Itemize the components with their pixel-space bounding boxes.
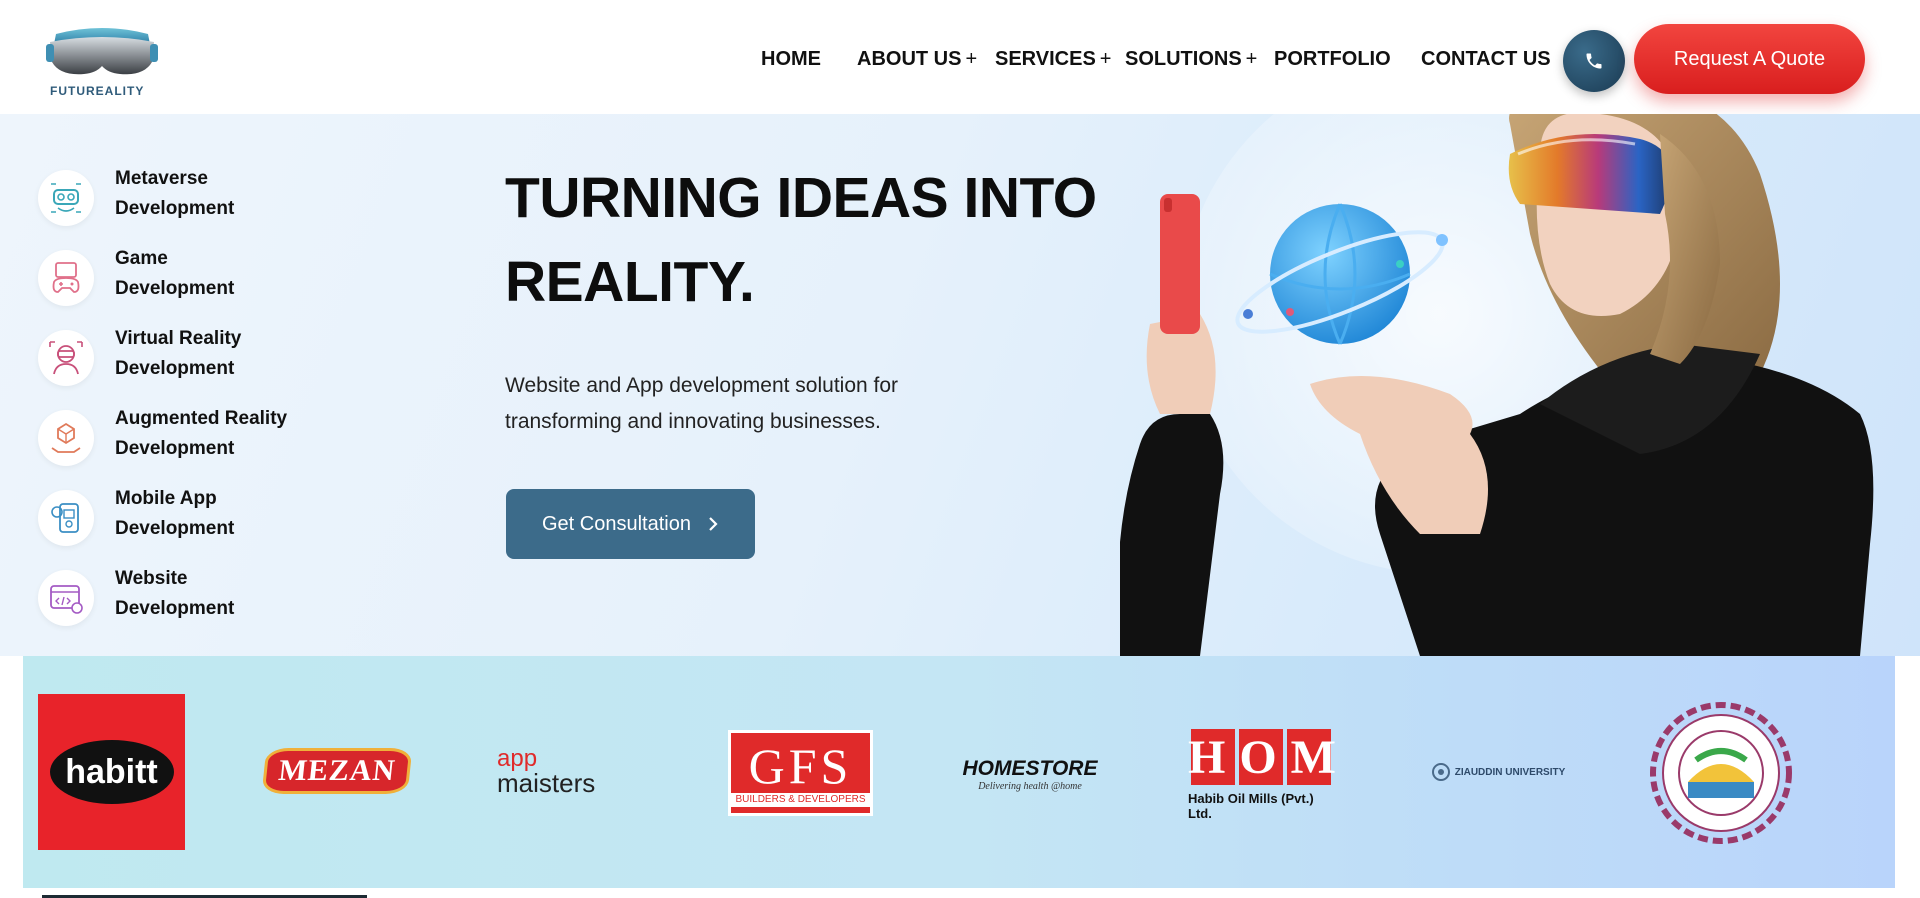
nav-home[interactable]: HOME bbox=[761, 48, 821, 71]
service-metaverse[interactable]: Metaverse Development bbox=[38, 164, 338, 234]
hom-wordmark: HOM bbox=[1188, 731, 1350, 784]
nav-home-label: HOME bbox=[761, 48, 821, 70]
nav-portfolio[interactable]: PORTFOLIO bbox=[1274, 48, 1391, 71]
nav-services[interactable]: SERVICES + bbox=[995, 48, 1111, 71]
nav-about-label: ABOUT US bbox=[857, 48, 962, 70]
service-virtual-reality[interactable]: Virtual Reality Development bbox=[38, 324, 338, 394]
get-consultation-button[interactable]: Get Consultation bbox=[506, 489, 755, 559]
homestore-tagline: Delivering health @home bbox=[978, 780, 1082, 792]
appmaisters-app: app bbox=[497, 745, 538, 772]
cta-label: Get Consultation bbox=[542, 512, 691, 535]
client-logo-appmaisters: app maisters bbox=[497, 744, 642, 800]
service-label: Game Development bbox=[115, 248, 235, 299]
client-logo-homestore: HOMESTORE Delivering health @home bbox=[955, 752, 1105, 796]
mezan-wordmark: MEZAN bbox=[276, 754, 398, 787]
nav-solutions-label: SOLUTIONS bbox=[1125, 48, 1242, 70]
nav-about-us[interactable]: ABOUT US + bbox=[857, 48, 977, 71]
hero-headline: TURNING IDEAS INTO REALITY. bbox=[505, 166, 1097, 314]
habitt-wordmark: habitt bbox=[65, 752, 158, 791]
ziauddin-wordmark: ZIAUDDIN UNIVERSITY bbox=[1454, 766, 1566, 778]
appmaisters-maisters: maisters bbox=[497, 768, 596, 798]
plus-icon: + bbox=[1099, 48, 1112, 70]
service-label: Virtual Reality Development bbox=[115, 328, 242, 379]
service-label: Website Development bbox=[115, 568, 235, 619]
nav-solutions[interactable]: SOLUTIONS + bbox=[1125, 48, 1257, 71]
vr-headset-logo-icon bbox=[46, 28, 158, 75]
request-quote-button[interactable]: Request A Quote bbox=[1634, 24, 1865, 94]
service-augmented-reality[interactable]: Augmented Reality Development bbox=[38, 404, 338, 474]
homestore-wordmark: HOMESTORE bbox=[962, 756, 1098, 780]
service-label: Augmented Reality Development bbox=[115, 408, 288, 459]
gfs-wordmark: GFS bbox=[748, 738, 853, 794]
clients-strip: habitt MEZAN app maisters GFS BUILDERS &… bbox=[23, 656, 1895, 888]
ziauddin-crest-icon bbox=[1431, 763, 1450, 781]
nav-contact-us[interactable]: CONTACT US bbox=[1421, 48, 1551, 71]
client-logo-habitt: habitt bbox=[38, 694, 185, 850]
gamepad-icon bbox=[38, 250, 94, 306]
site-header: FUTUREALITY HOME ABOUT US + SERVICES + SOL… bbox=[0, 0, 1920, 114]
hom-tagline: Habib Oil Mills (Pvt.) Ltd. bbox=[1188, 791, 1314, 821]
plus-icon: + bbox=[965, 48, 978, 70]
ned-seal-icon bbox=[1650, 702, 1792, 844]
ar-device-icon bbox=[38, 410, 94, 466]
mobile-app-icon bbox=[38, 490, 94, 546]
mezan-badge: MEZAN bbox=[261, 748, 413, 794]
habitt-oval: habitt bbox=[49, 740, 174, 804]
service-game[interactable]: Game Development bbox=[38, 244, 338, 314]
nav-contact-label: CONTACT US bbox=[1421, 48, 1551, 70]
web-dev-icon bbox=[38, 570, 94, 626]
phone-icon bbox=[1586, 53, 1602, 69]
service-label: Metaverse Development bbox=[115, 168, 235, 219]
nav-portfolio-label: PORTFOLIO bbox=[1274, 48, 1391, 70]
plus-icon: + bbox=[1245, 48, 1258, 70]
chevron-right-icon bbox=[709, 517, 718, 531]
client-logo-gfs: GFS BUILDERS & DEVELOPERS bbox=[728, 730, 873, 816]
hero-illustration bbox=[1120, 114, 1874, 656]
vr-user-icon bbox=[38, 330, 94, 386]
service-label: Mobile App Development bbox=[115, 488, 235, 539]
nav-services-label: SERVICES bbox=[995, 48, 1096, 70]
service-website[interactable]: Website Development bbox=[38, 564, 338, 634]
service-mobile-app[interactable]: Mobile App Development bbox=[38, 484, 338, 554]
hero-section: Metaverse Development Game Development Vir… bbox=[0, 114, 1920, 656]
client-logo-hom: HOM Habib Oil Mills (Pvt.) Ltd. bbox=[1188, 729, 1350, 821]
logo-wordmark: FUTUREALITY bbox=[50, 84, 145, 98]
vr-headset-icon bbox=[38, 170, 94, 226]
client-logo-ziauddin: ZIAUDDIN UNIVERSITY bbox=[1428, 760, 1568, 784]
phone-button[interactable] bbox=[1563, 30, 1625, 92]
client-logo-ned bbox=[1648, 700, 1794, 846]
client-logo-mezan: MEZAN bbox=[261, 746, 413, 796]
gfs-tagline: BUILDERS & DEVELOPERS bbox=[731, 793, 870, 807]
hero-subtext: Website and App development solution for… bbox=[505, 374, 899, 433]
